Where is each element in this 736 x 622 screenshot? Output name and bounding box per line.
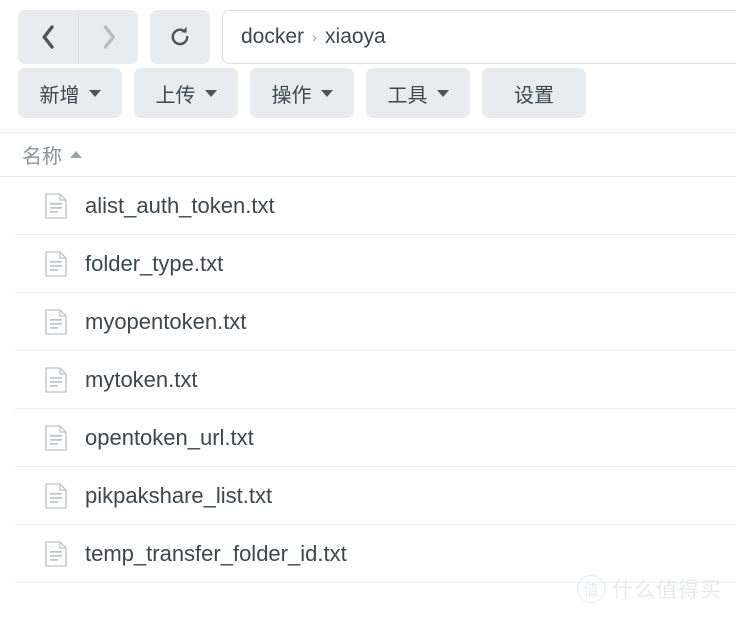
new-button-label: 新增 [39, 84, 80, 107]
chevron-down-icon [204, 89, 217, 97]
actions-button[interactable]: 操作 [250, 68, 354, 118]
tools-button-label: 工具 [387, 84, 428, 107]
forward-button[interactable] [78, 10, 138, 64]
watermark-text: 什么值得买 [612, 579, 722, 602]
file-name: temp_transfer_folder_id.txt [85, 540, 347, 566]
back-button[interactable] [18, 10, 78, 64]
file-text-icon [45, 250, 67, 277]
table-row[interactable]: pikpakshare_list.txt [15, 467, 736, 525]
settings-button-label: 设置 [514, 84, 554, 107]
table-row[interactable]: mytoken.txt [15, 351, 736, 409]
tools-button[interactable]: 工具 [366, 68, 470, 118]
upload-button[interactable]: 上传 [134, 68, 238, 118]
breadcrumb-item-xiaoya[interactable]: xiaoya [325, 25, 386, 49]
file-name: mytoken.txt [85, 366, 198, 392]
new-button[interactable]: 新增 [18, 68, 122, 118]
table-row[interactable]: folder_type.txt [15, 235, 736, 293]
file-text-icon [45, 540, 67, 567]
chevron-down-icon [436, 89, 449, 97]
history-button-group [18, 10, 138, 64]
breadcrumb-separator-icon: › [312, 28, 318, 46]
chevron-right-icon [103, 25, 115, 49]
table-row[interactable]: opentoken_url.txt [15, 409, 736, 467]
navigation-bar: docker › xiaoya [0, 0, 736, 64]
file-name: pikpakshare_list.txt [85, 482, 273, 508]
chevron-down-icon [88, 89, 101, 97]
file-name: folder_type.txt [85, 250, 224, 276]
watermark-logo-icon: 值 [577, 575, 605, 603]
file-name: alist_auth_token.txt [85, 192, 275, 218]
breadcrumb-item-docker[interactable]: docker [241, 25, 304, 49]
file-text-icon [45, 366, 67, 393]
table-row[interactable]: myopentoken.txt [15, 293, 736, 351]
file-list-header: 名称 [0, 132, 736, 177]
file-text-icon [45, 308, 67, 335]
file-text-icon [45, 424, 67, 451]
sort-ascending-icon [70, 151, 82, 158]
file-text-icon [45, 482, 67, 509]
settings-button[interactable]: 设置 [482, 68, 586, 118]
actions-button-label: 操作 [271, 84, 312, 107]
table-row[interactable]: alist_auth_token.txt [15, 177, 736, 235]
refresh-icon [171, 26, 189, 46]
file-name: myopentoken.txt [85, 308, 247, 334]
file-text-icon [45, 192, 67, 219]
chevron-left-icon [42, 25, 54, 49]
column-header-name-label: 名称 [22, 146, 62, 168]
breadcrumb[interactable]: docker › xiaoya [222, 10, 736, 64]
upload-button-label: 上传 [155, 84, 196, 107]
column-header-name[interactable]: 名称 [22, 140, 82, 169]
watermark: 值 什么值得买 [577, 574, 722, 604]
refresh-button[interactable] [150, 10, 210, 64]
chevron-down-icon [320, 89, 333, 97]
toolbar: 新增 上传 操作 工具 设置 [0, 56, 736, 118]
file-list: alist_auth_token.txt folder_type.txt myo… [0, 177, 736, 583]
file-name: opentoken_url.txt [85, 424, 254, 450]
